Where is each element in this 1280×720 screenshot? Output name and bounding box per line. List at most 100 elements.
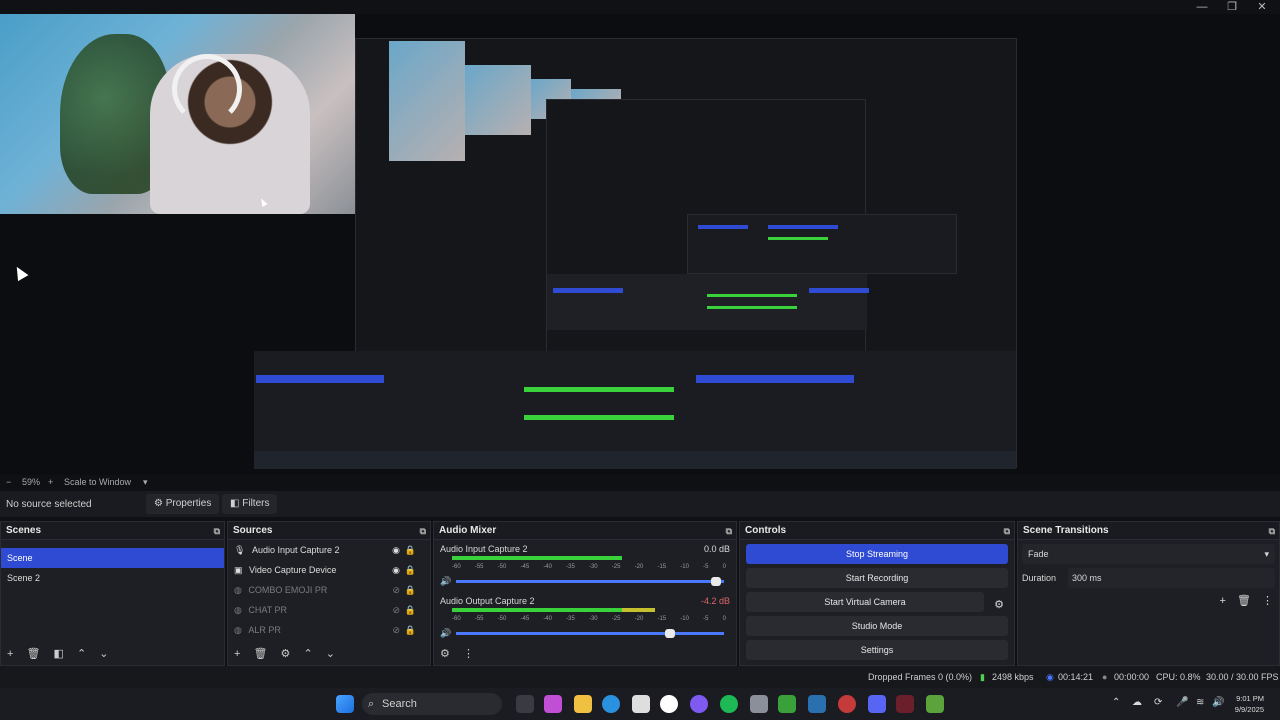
chevron-up-icon[interactable]: ⌃: [303, 648, 312, 660]
popout-icon[interactable]: ⧉: [726, 522, 732, 540]
popout-icon[interactable]: ⧉: [1004, 522, 1010, 540]
windows-start-icon[interactable]: [336, 695, 354, 713]
messenger-icon[interactable]: [690, 695, 708, 713]
globe-icon: ◍: [234, 625, 242, 635]
zoom-in-icon[interactable]: +: [48, 477, 53, 487]
scenes-header: Scenes ⧉: [1, 522, 224, 540]
cloud-icon[interactable]: ☁: [1132, 697, 1142, 708]
popout-icon[interactable]: ⧉: [420, 522, 426, 540]
lock-icon[interactable]: 🔒: [405, 540, 416, 560]
trash-icon[interactable]: 🗑: [1237, 595, 1251, 607]
steam-icon[interactable]: [808, 695, 826, 713]
controls-title: Controls: [745, 525, 787, 536]
maximize-button[interactable]: ❐: [1220, 0, 1244, 14]
obs-icon[interactable]: [838, 695, 856, 713]
nested-taskbar: [254, 451, 1016, 469]
scenes-dock: Scenes ⧉ Scene Scene 2 + 🗑 ◧ ⌃ ⌄: [0, 521, 225, 666]
audio-mixer-header: Audio Mixer ⧉: [434, 522, 736, 540]
settings-button[interactable]: Settings: [746, 640, 1008, 660]
more-menu-icon[interactable]: ⋮: [1262, 595, 1273, 607]
scale-mode[interactable]: Scale to Window: [64, 477, 131, 487]
wifi-icon[interactable]: ≋: [1196, 697, 1204, 708]
start-virtual-camera-button[interactable]: Start Virtual Camera: [746, 592, 984, 612]
trash-icon[interactable]: 🗑: [254, 648, 268, 660]
source-item[interactable]: ◍ COMBO EMOJI PR ⊘ 🔒: [228, 580, 430, 600]
duration-spinbox[interactable]: 300 ms: [1068, 568, 1275, 588]
eye-icon[interactable]: ◉: [392, 560, 400, 580]
speaker-icon[interactable]: 🔊: [440, 576, 456, 587]
add-icon[interactable]: +: [234, 648, 240, 660]
source-item[interactable]: ◍ ALR PR ⊘ 🔒: [228, 620, 430, 640]
source-item[interactable]: ◍ CHAT PR ⊘ 🔒: [228, 600, 430, 620]
trash-icon[interactable]: 🗑: [27, 648, 41, 660]
eye-icon[interactable]: ◉: [392, 540, 400, 560]
clock-time: 9:01 PM: [1236, 694, 1264, 703]
more-menu-icon[interactable]: ⋮: [463, 648, 474, 660]
nested-scene-highlight: [256, 375, 384, 383]
zoom-out-icon[interactable]: −: [6, 477, 11, 487]
scene-item[interactable]: Scene 2: [1, 568, 224, 588]
volume-icon[interactable]: 🔊: [1212, 697, 1224, 708]
settings-icon[interactable]: [750, 695, 768, 713]
sources-header: Sources ⧉: [228, 522, 430, 540]
search-box[interactable]: ⌕ Search: [362, 693, 502, 715]
chevron-up-icon[interactable]: ⌃: [1112, 697, 1120, 708]
clock[interactable]: 9:01 PM 9/9/2025: [1235, 693, 1264, 715]
chevron-down-icon[interactable]: ⌄: [326, 648, 335, 660]
stop-streaming-button[interactable]: Stop Streaming: [746, 544, 1008, 564]
record-icon: ●: [1102, 672, 1108, 682]
tick: -50: [497, 564, 507, 570]
lock-icon[interactable]: 🔒: [405, 560, 416, 580]
eye-hidden-icon[interactable]: ⊘: [392, 620, 400, 640]
lock-icon[interactable]: 🔒: [405, 580, 416, 600]
volume-slider[interactable]: [456, 629, 724, 638]
advanced-audio-icon[interactable]: ⚙: [440, 648, 450, 660]
lock-icon[interactable]: 🔒: [405, 600, 416, 620]
edge-icon[interactable]: [602, 695, 620, 713]
chevron-down-icon[interactable]: ▾: [143, 477, 148, 488]
volume-slider[interactable]: [456, 577, 724, 586]
speaker-icon[interactable]: 🔊: [440, 628, 456, 639]
minimize-button[interactable]: —: [1190, 0, 1214, 14]
properties-button[interactable]: ⚙ Properties: [146, 494, 220, 514]
volume-knob[interactable]: [665, 629, 676, 638]
gear-icon[interactable]: ⚙: [281, 648, 291, 660]
filter-icon[interactable]: ◧: [54, 648, 64, 660]
studio-mode-button[interactable]: Studio Mode: [746, 616, 1008, 636]
mic-icon[interactable]: 🎤: [1176, 697, 1188, 708]
lock-icon[interactable]: 🔒: [405, 620, 416, 640]
close-button[interactable]: ✕: [1250, 0, 1274, 14]
minecraft-icon[interactable]: [926, 695, 944, 713]
preview-canvas[interactable]: [0, 14, 1280, 475]
chevron-down-icon[interactable]: ⌄: [99, 648, 108, 660]
eye-hidden-icon[interactable]: ⊘: [392, 580, 400, 600]
nested-webcam-1: [389, 41, 465, 161]
camera-icon: ▣: [234, 565, 243, 575]
task-view-icon[interactable]: [516, 695, 534, 713]
pin-icon[interactable]: [660, 695, 678, 713]
audio-mixer-title: Audio Mixer: [439, 525, 497, 536]
spotify-icon[interactable]: [720, 695, 738, 713]
add-icon[interactable]: +: [1219, 595, 1225, 607]
discord-icon[interactable]: [868, 695, 886, 713]
filters-button[interactable]: ◧ Filters: [222, 494, 278, 514]
file-explorer-icon[interactable]: [574, 695, 592, 713]
source-item[interactable]: ▣ Video Capture Device ◉ 🔒: [228, 560, 430, 580]
popout-icon[interactable]: ⧉: [1269, 522, 1275, 540]
eye-hidden-icon[interactable]: ⊘: [392, 600, 400, 620]
transition-select[interactable]: Fade ▾: [1022, 544, 1275, 564]
scene-item[interactable]: Scene: [1, 548, 224, 568]
xbox-icon[interactable]: [778, 695, 796, 713]
source-item[interactable]: 🎙 Audio Input Capture 2 ◉ 🔒: [228, 540, 430, 560]
chevron-up-icon[interactable]: ⌃: [77, 648, 86, 660]
store-icon[interactable]: [632, 695, 650, 713]
volume-knob[interactable]: [710, 577, 721, 586]
volume-row: 🔊: [440, 628, 730, 639]
copilot-icon[interactable]: [544, 695, 562, 713]
virtual-camera-settings-icon[interactable]: ⚙: [994, 598, 1004, 611]
sync-icon[interactable]: ⟳: [1154, 697, 1162, 708]
start-recording-button[interactable]: Start Recording: [746, 568, 1008, 588]
add-icon[interactable]: +: [7, 648, 13, 660]
popout-icon[interactable]: ⧉: [214, 522, 220, 540]
app-icon[interactable]: [896, 695, 914, 713]
